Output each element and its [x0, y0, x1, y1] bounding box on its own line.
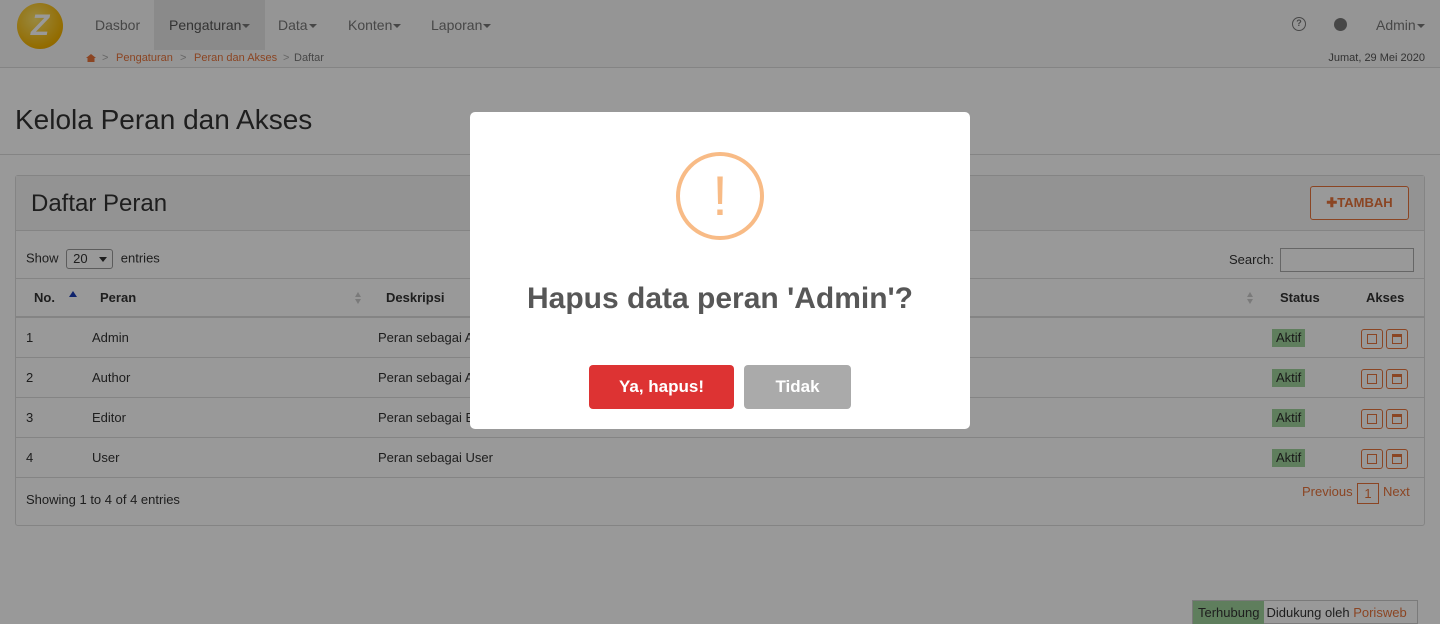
- confirm-delete-button[interactable]: Ya, hapus!: [589, 365, 734, 409]
- confirm-dialog: ! Hapus data peran 'Admin'? Ya, hapus! T…: [470, 112, 970, 429]
- dialog-title: Hapus data peran 'Admin'?: [527, 282, 913, 315]
- cancel-button[interactable]: Tidak: [744, 365, 851, 409]
- warning-icon: !: [676, 152, 764, 240]
